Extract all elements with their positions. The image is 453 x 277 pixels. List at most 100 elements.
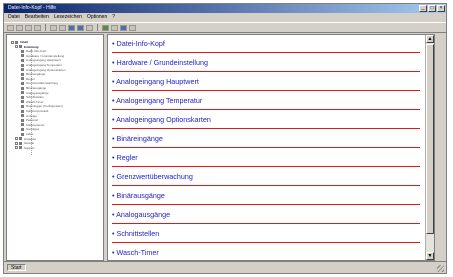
- tree-item[interactable]: Grenzwertüberwachung: [21, 81, 58, 85]
- section-link[interactable]: • Analogeingang Hauptwert: [112, 76, 199, 87]
- tree-item-label: Grenzwertüberwachung: [26, 81, 58, 86]
- page-icon: [19, 141, 22, 145]
- section-divider: [112, 223, 420, 224]
- section-link[interactable]: • Grenzwertüberwachung: [112, 171, 193, 182]
- next-button[interactable]: [59, 24, 66, 31]
- section-divider: [112, 128, 420, 129]
- browse-back-icon[interactable]: [68, 24, 75, 31]
- bullet-icon: •: [112, 115, 115, 124]
- search-button[interactable]: [129, 24, 136, 31]
- title-bar[interactable]: Datei-Info-Kopf - Hilfe _ □ ×: [4, 4, 446, 13]
- tree-item[interactable]: Wasch-Timer: [21, 100, 44, 104]
- section-link[interactable]: • Schnittstellen: [112, 228, 159, 239]
- tree-item[interactable]: Sonstiges: [21, 127, 39, 131]
- vertical-scrollbar[interactable]: ▲ ▼: [425, 35, 434, 260]
- tree-item[interactable]: Regler: [21, 77, 35, 81]
- tree-item[interactable]: Hardware / Grundeinstellung: [21, 54, 64, 58]
- back-button[interactable]: [25, 24, 32, 31]
- expand-icon[interactable]: [15, 146, 18, 150]
- expand-icon[interactable]: [11, 40, 14, 44]
- tree-item[interactable]: Analogausgänge: [21, 91, 49, 95]
- section-link[interactable]: • Binäreingänge: [112, 133, 163, 144]
- section-link[interactable]: • Analogeingang Temperatur: [112, 95, 202, 106]
- glossary-button[interactable]: [102, 24, 109, 31]
- tree-item[interactable]: Datenlogger (Konfiguration): [21, 104, 63, 108]
- window-controls: _ □ ×: [419, 5, 445, 12]
- minimize-button[interactable]: _: [419, 5, 427, 12]
- section-link[interactable]: • Datei-Info-Kopf: [112, 38, 165, 49]
- tree-item-label: Passwort: [26, 118, 39, 123]
- section-link[interactable]: • Regler: [112, 152, 138, 163]
- tree-item[interactable]: Analogeingang Optionskarten: [21, 68, 66, 72]
- section-row: • Regler: [112, 152, 420, 171]
- menu-bearbeiten[interactable]: Bearbeiten: [25, 14, 49, 21]
- tree-item-label: Anzeige: [26, 113, 37, 118]
- section-divider: [112, 147, 420, 148]
- section-divider: [112, 166, 420, 167]
- section-link[interactable]: • Analogeingang Optionskarten: [112, 114, 211, 125]
- print-button[interactable]: [34, 24, 41, 31]
- tree-item[interactable]: Datei-Info-Kopf: [21, 49, 46, 53]
- section-label: Analogeingang Optionskarten: [116, 115, 211, 124]
- tree-item[interactable]: Passwort: [21, 118, 38, 122]
- menu-datei[interactable]: Datei: [8, 14, 20, 21]
- tree-item[interactable]: Analogeingang Temperatur: [21, 63, 62, 67]
- tree-item[interactable]: Glossar: [15, 141, 34, 145]
- tree-item[interactable]: Inhalt: [11, 40, 28, 44]
- section-label: Analogausgänge: [116, 210, 171, 219]
- tree-item[interactable]: Kalibrierprotokoll: [21, 109, 48, 113]
- scroll-down-arrow[interactable]: ▼: [426, 252, 434, 260]
- web-icon[interactable]: [120, 24, 127, 31]
- tree-item[interactable]: Analogeingang Hauptwert: [21, 58, 61, 62]
- page-icon: [21, 104, 24, 108]
- maximize-button[interactable]: □: [428, 5, 436, 12]
- tree-item[interactable]: Anzeige: [21, 114, 37, 118]
- scroll-up-arrow[interactable]: ▲: [426, 35, 434, 43]
- menu-lesezeichen[interactable]: Lesezeichen: [54, 14, 82, 21]
- section-link[interactable]: • Binärausgänge: [112, 190, 165, 201]
- browse-forward-icon[interactable]: [77, 24, 84, 31]
- tree-item[interactable]: Support: [15, 146, 35, 150]
- bullet-icon: •: [112, 191, 115, 200]
- contents-button[interactable]: [7, 24, 14, 31]
- tree-item[interactable]: Index: [21, 132, 33, 136]
- bullet-icon: •: [112, 210, 115, 219]
- expand-icon[interactable]: [15, 45, 18, 49]
- section-link[interactable]: • Analogausgänge: [112, 209, 170, 220]
- section-label: Hardware / Grundeinstellung: [116, 58, 209, 67]
- tree-item[interactable]: Einleitung: [15, 45, 39, 49]
- tree-item-label: Kalibrierprotokoll: [26, 109, 49, 113]
- options-button[interactable]: [111, 24, 118, 31]
- section-link[interactable]: • Hardware / Grundeinstellung: [112, 57, 208, 68]
- section-divider: [112, 242, 420, 243]
- tree-item-label: Datei-Info-Kopf: [26, 49, 47, 54]
- resize-grip[interactable]: [437, 265, 444, 272]
- section-divider: [112, 109, 420, 110]
- page-icon: [21, 68, 24, 72]
- page-icon: [21, 58, 24, 62]
- index-button[interactable]: [16, 24, 23, 31]
- topic-pane: ▲ ▼ • Datei-Info-Kopf • Hardware / Grunde…: [107, 34, 435, 261]
- menu-help[interactable]: ?: [112, 14, 115, 21]
- section-link[interactable]: • Wasch-Timer: [112, 247, 159, 258]
- tree-item[interactable]: Hinweise: [15, 137, 36, 141]
- page-icon: [21, 132, 24, 136]
- contents-tree[interactable]: Inhalt Einleitung Datei-Info-Kopf Hardware …: [6, 34, 104, 261]
- expand-icon[interactable]: [15, 141, 18, 145]
- history-button[interactable]: [86, 24, 93, 31]
- bullet-icon: •: [112, 172, 115, 181]
- menu-optionen[interactable]: Optionen: [87, 14, 107, 21]
- tree-item[interactable]: Kalibrierwerte: [21, 123, 44, 127]
- close-button[interactable]: ×: [437, 5, 445, 12]
- expand-icon[interactable]: [15, 137, 18, 141]
- previous-button[interactable]: [50, 24, 57, 31]
- section-label: Datei-Info-Kopf: [116, 39, 165, 48]
- tree-item[interactable]: Binärausgänge: [21, 86, 46, 90]
- tree-item-label: Inhalt: [20, 40, 28, 44]
- tree-item[interactable]: Schnittstellen: [21, 95, 44, 99]
- scroll-thumb[interactable]: [426, 44, 434, 234]
- tree-item[interactable]: Binäreingänge: [21, 72, 45, 76]
- section-row: • Analogeingang Hauptwert: [112, 76, 420, 95]
- tree-item-label: Binärausgänge: [26, 86, 47, 90]
- bullet-icon: •: [112, 153, 115, 162]
